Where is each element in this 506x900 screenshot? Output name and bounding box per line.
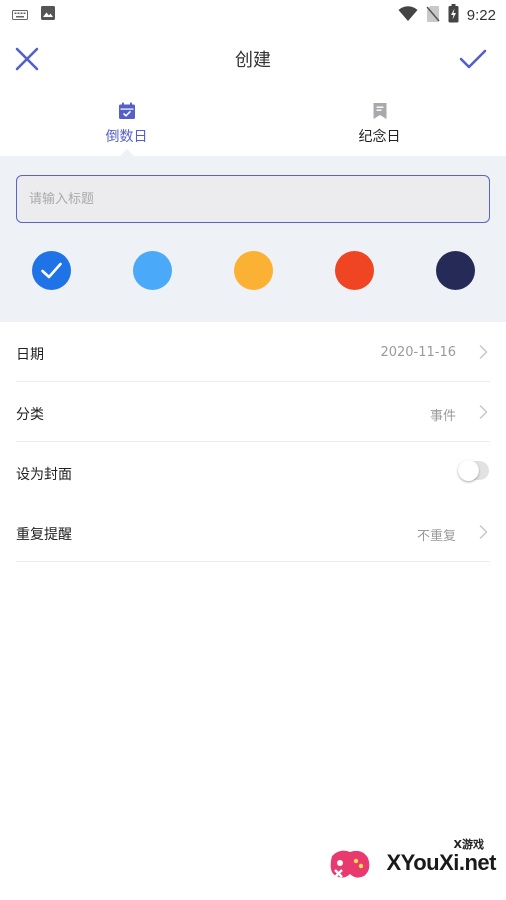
keyboard-icon	[12, 6, 28, 25]
color-swatch-navy[interactable]	[436, 251, 475, 290]
chevron-right-icon	[479, 344, 488, 360]
setting-label: 分类	[16, 407, 44, 423]
check-icon	[41, 262, 62, 279]
chevron-right-icon	[479, 524, 488, 540]
tab-countdown-label: 倒数日	[105, 129, 148, 145]
check-icon	[459, 49, 487, 69]
calendar-check-icon	[118, 102, 135, 119]
title-color-panel	[0, 156, 506, 322]
app-bar: 创建	[0, 28, 506, 90]
bookmark-icon	[373, 103, 386, 119]
setting-row-category[interactable]: 分类 事件	[16, 382, 490, 442]
color-swatch-light-blue[interactable]	[133, 251, 172, 290]
no-sim-icon	[426, 5, 440, 27]
status-bar: 9:22	[0, 0, 506, 28]
watermark-big-text: XYouXi.net	[386, 850, 497, 875]
setting-label: 设为封面	[16, 467, 72, 483]
toggle-knob	[458, 460, 479, 481]
confirm-button[interactable]	[458, 44, 488, 74]
color-swatch-red[interactable]	[335, 251, 374, 290]
setting-value: 事件	[429, 409, 456, 424]
tab-anniversary-label: 纪念日	[358, 129, 401, 145]
page-title: 创建	[235, 50, 271, 71]
setting-label: 重复提醒	[16, 527, 72, 543]
battery-charging-icon	[448, 4, 459, 27]
cover-toggle[interactable]	[458, 460, 489, 481]
image-icon	[40, 5, 56, 25]
chevron-right-icon	[479, 404, 488, 420]
settings-list: 日期 2020-11-16 分类 事件 设为封面 重复提醒 不重复	[16, 322, 490, 562]
tab-bar: 倒数日 纪念日	[0, 96, 506, 156]
tab-countdown[interactable]: 倒数日	[0, 96, 253, 156]
setting-row-repeat[interactable]: 重复提醒 不重复	[16, 502, 490, 562]
status-time: 9:22	[466, 7, 496, 24]
wifi-icon	[398, 5, 418, 26]
tab-indicator	[119, 149, 134, 156]
setting-row-cover: 设为封面	[16, 442, 490, 502]
setting-value: 2020-11-16	[380, 345, 456, 360]
color-swatch-blue[interactable]	[32, 251, 71, 290]
setting-value: 不重复	[416, 529, 456, 544]
tab-anniversary[interactable]: 纪念日	[253, 96, 506, 156]
watermark: X游戏 XYouXi.net	[326, 836, 496, 890]
setting-label: 日期	[16, 347, 44, 363]
title-input[interactable]	[16, 175, 490, 223]
setting-row-date[interactable]: 日期 2020-11-16	[16, 322, 490, 382]
color-swatch-yellow[interactable]	[234, 251, 273, 290]
color-picker	[0, 251, 506, 291]
gamepad-logo-icon	[330, 850, 370, 878]
